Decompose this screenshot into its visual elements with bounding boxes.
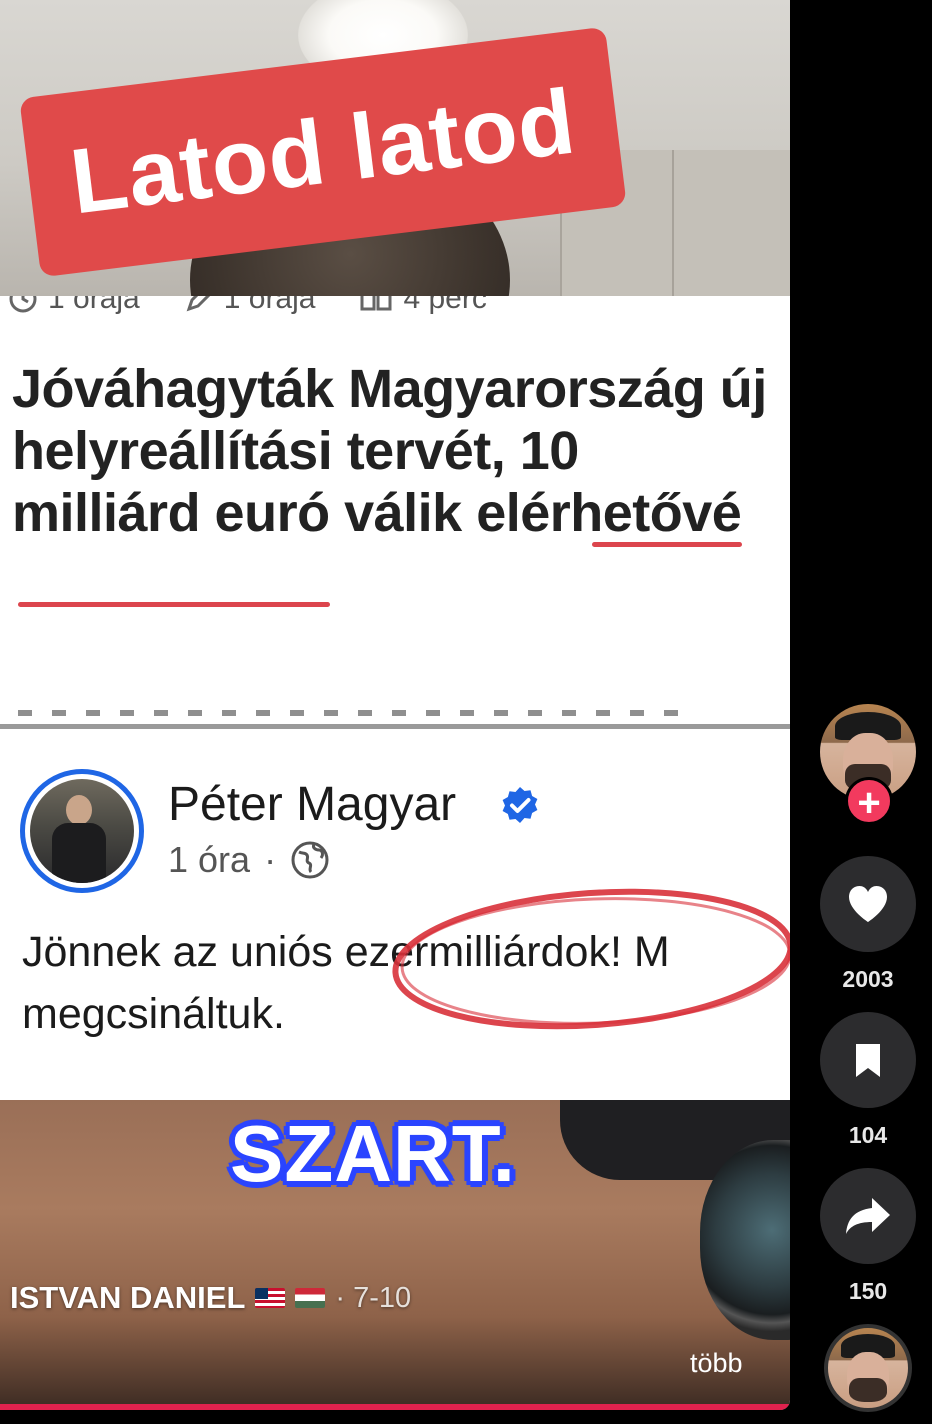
- bookmark-icon: [856, 1044, 880, 1077]
- meta-text: 1 órája: [223, 296, 316, 315]
- meta-item: 4 perc: [359, 296, 487, 316]
- post-avatar: [20, 769, 144, 893]
- creator-name[interactable]: ISTVAN DANIEL: [10, 1280, 245, 1316]
- caption-sticker: Latod latod: [19, 26, 627, 278]
- creator-row[interactable]: ISTVAN DANIEL · 7-10: [10, 1280, 411, 1316]
- heart-icon: [849, 886, 887, 922]
- video-player[interactable]: Latod latod 1 órája 1 órája 4 perc Jóváh…: [0, 0, 790, 1410]
- sound-disc-avatar[interactable]: [824, 1324, 912, 1412]
- camera-frame-bottom: SZART. ISTVAN DANIEL · 7-10 több: [0, 1100, 790, 1410]
- bookmark-button[interactable]: [820, 1012, 916, 1108]
- facebook-post: Péter Magyar 1 óra · Jönnek az uniós eze…: [0, 729, 790, 1100]
- hungary-flag-icon: [295, 1288, 326, 1308]
- meta-text: 4 perc: [403, 296, 487, 315]
- book-icon: [360, 296, 392, 311]
- caption-text: Latod latod: [65, 70, 581, 234]
- camera-frame-top: Latod latod: [0, 0, 790, 296]
- verified-badge-icon: [502, 787, 538, 823]
- post-date: · 7-10: [335, 1281, 412, 1314]
- cut-off-text: [18, 710, 698, 716]
- meta-item: 1 órája: [184, 296, 316, 316]
- pencil-icon: [186, 296, 210, 312]
- share-count: 150: [848, 1278, 888, 1304]
- follow-button[interactable]: +: [845, 777, 893, 825]
- caption-text: SZART.: [230, 1109, 516, 1198]
- video-progress-bar[interactable]: [0, 1404, 790, 1410]
- bookmark-count: 104: [848, 1122, 888, 1148]
- article-meta: 1 órája 1 órája 4 perc: [8, 296, 487, 316]
- share-arrow-icon: [846, 1198, 890, 1234]
- share-button[interactable]: [820, 1168, 916, 1264]
- like-button[interactable]: [820, 856, 916, 952]
- us-flag-icon: [255, 1288, 286, 1308]
- separator-dot: ·: [264, 839, 277, 880]
- red-underline-mark: [18, 602, 330, 607]
- like-count: 2003: [842, 966, 894, 992]
- post-author: Péter Magyar: [168, 778, 457, 831]
- red-underline-mark: [592, 542, 742, 547]
- meta-text: 1 órája: [48, 296, 140, 315]
- clock-icon: [9, 296, 37, 313]
- article-screenshot: 1 órája 1 órája 4 perc Jóváhagyták Magya…: [0, 296, 790, 724]
- red-circle-mark: [392, 888, 790, 1030]
- meta-item: 1 órája: [8, 296, 140, 316]
- globe-icon: [291, 841, 329, 879]
- post-time: 1 óra ·: [168, 839, 330, 881]
- more-link[interactable]: több: [690, 1348, 743, 1379]
- post-time-text: 1 óra: [168, 839, 251, 880]
- article-headline: Jóváhagyták Magyarország új helyreállítá…: [12, 359, 767, 543]
